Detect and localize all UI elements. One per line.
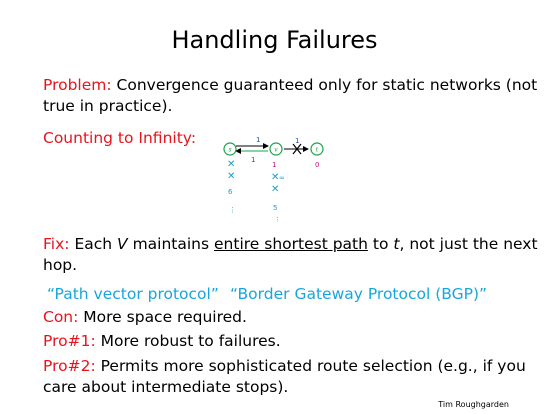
v-first: 1 — [272, 161, 276, 169]
problem-text-2: true in practice). — [43, 97, 173, 115]
fix-underlined: entire shortest path — [214, 235, 368, 253]
problem-label: Problem: — [43, 76, 112, 94]
v-dist: 5 — [273, 204, 277, 212]
s-dots: ⋮ — [229, 206, 236, 214]
v-cross-2: ✕ — [271, 184, 279, 195]
fix-line-2-text: hop. — [43, 256, 78, 274]
edge-label-sv-bottom: 1 — [251, 156, 255, 164]
counting-line: Counting to Infinity: — [43, 128, 196, 149]
pro1-line: Pro#1: More robust to failures. — [43, 331, 281, 352]
pro1-label: Pro#1: — [43, 332, 96, 350]
pro2-line-1: Pro#2: Permits more sophisticated route … — [43, 356, 526, 377]
pro1-text: More robust to failures. — [100, 332, 281, 350]
fix-line-2: hop. — [43, 255, 77, 276]
fix-line-1: Fix: Each V maintains entire shortest pa… — [43, 234, 538, 255]
problem-line-1: Problem: Convergence guaranteed only for… — [43, 75, 537, 96]
pro2-text-2: care about intermediate stops). — [43, 378, 289, 396]
pro2-text-1: Permits more sophisticated route selecti… — [100, 357, 526, 375]
footer-author: Tim Roughgarden — [438, 400, 509, 409]
s-cross-1: ✕ — [227, 159, 235, 170]
edge-label-sv-top: 1 — [256, 136, 260, 144]
count-to-infinity-diagram: s v t 1 1 1 ✕ ✕ 6 ⋮ 1 ✕ ∞ ✕ 5 ⋮ 0 — [223, 136, 324, 222]
v-dots: ⋮ — [274, 216, 281, 222]
fix-mid: maintains — [132, 235, 210, 253]
node-s-label: s — [228, 147, 231, 154]
con-line: Con: More space required. — [43, 307, 247, 328]
v-inf: ∞ — [279, 174, 285, 182]
problem-line-2: true in practice). — [43, 96, 172, 117]
quote-path-vector: “Path vector protocol” — [47, 285, 219, 303]
con-text: More space required. — [83, 308, 247, 326]
pro2-label: Pro#2: — [43, 357, 96, 375]
pro2-line-2: care about intermediate stops). — [43, 377, 288, 398]
fix-pre: Each — [74, 235, 113, 253]
slide-title: Handling Failures — [171, 26, 378, 54]
fix-to: to — [372, 235, 389, 253]
fix-var-v: V — [117, 235, 128, 253]
problem-text-1: Convergence guaranteed only for static n… — [116, 76, 538, 94]
counting-label: Counting to Infinity: — [43, 129, 197, 147]
s-dist: 6 — [228, 188, 233, 196]
quote-bgp: “Border Gateway Protocol (BGP)” — [230, 285, 488, 303]
s-cross-2: ✕ — [227, 171, 235, 182]
t-dist: 0 — [315, 161, 319, 169]
con-label: Con: — [43, 308, 79, 326]
fix-post: , not just the next — [399, 235, 538, 253]
fix-label: Fix: — [43, 235, 70, 253]
edge-label-vt: 1 — [295, 137, 299, 145]
